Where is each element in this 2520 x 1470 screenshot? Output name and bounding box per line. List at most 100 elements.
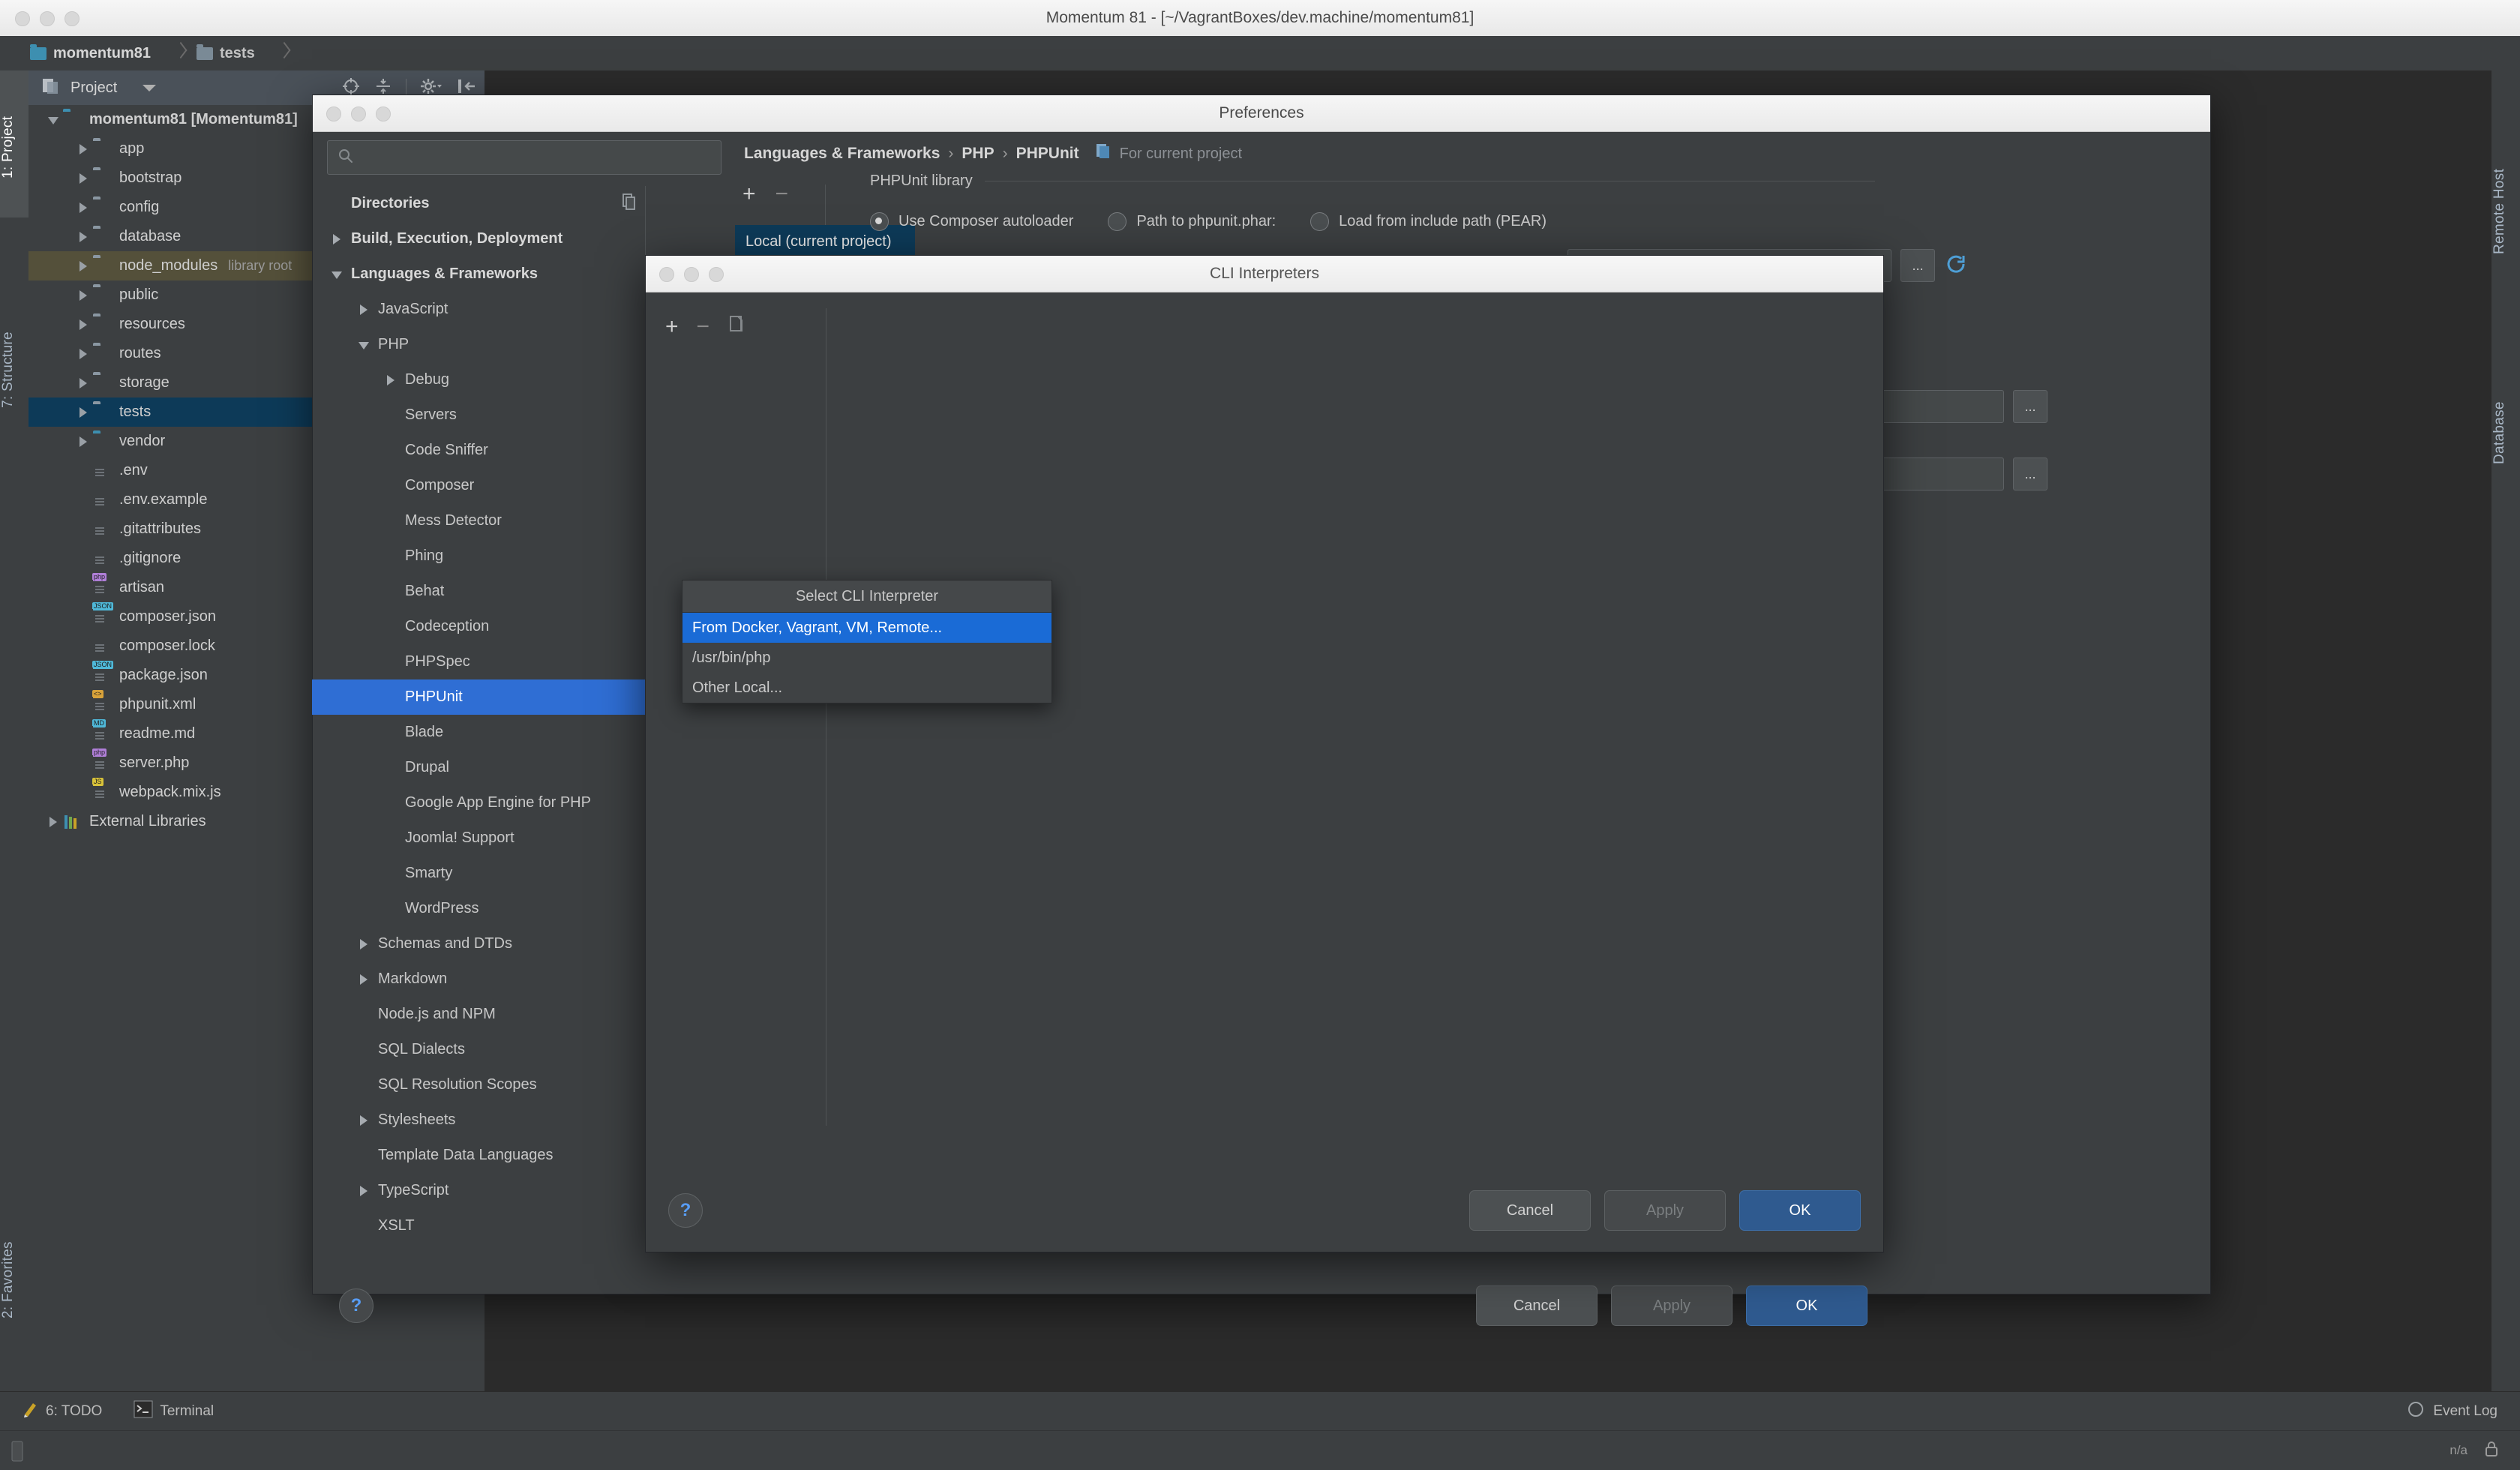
file-type-badge: <> (92, 689, 104, 698)
tree-expand-arrow-icon[interactable] (75, 228, 93, 246)
settings-tree-row[interactable]: Stylesheets (312, 1102, 645, 1138)
tree-expand-arrow-icon[interactable] (352, 301, 378, 319)
copy-settings-icon[interactable] (621, 193, 638, 215)
breadcrumb-item-tests[interactable]: tests (196, 36, 255, 70)
menu-item-other-local[interactable]: Other Local... (682, 673, 1052, 703)
copy-icon[interactable] (728, 314, 747, 339)
apply-button[interactable]: Apply (1604, 1190, 1726, 1231)
sidebar-item-favorites[interactable]: 2: Favorites (0, 1180, 28, 1380)
settings-category-tree[interactable]: Directories Build, Execution, Deployment L… (312, 186, 645, 1236)
refresh-icon[interactable] (1944, 252, 1968, 280)
breadcrumb-item-project[interactable]: momentum81 (30, 36, 151, 70)
bottom-tab-todo[interactable]: 6: TODO (21, 1400, 102, 1424)
folder-icon-grey (196, 44, 213, 60)
browse-button[interactable]: ... (2013, 458, 2048, 490)
menu-item-usr-bin-php[interactable]: /usr/bin/php (682, 643, 1052, 673)
add-icon[interactable]: + (665, 315, 679, 338)
settings-tree-row[interactable]: Behat (312, 574, 645, 609)
settings-tree-row[interactable]: SQL Resolution Scopes (312, 1067, 645, 1102)
settings-tree-row[interactable]: WordPress (312, 891, 645, 926)
settings-tree-row[interactable]: Code Sniffer (312, 433, 645, 468)
radio-path-to-phar[interactable] (1108, 212, 1127, 231)
memory-indicator-icon[interactable] (10, 1440, 26, 1466)
tree-expand-arrow-icon[interactable] (326, 230, 351, 248)
tree-expand-arrow-icon[interactable] (75, 374, 93, 392)
cancel-button[interactable]: Cancel (1469, 1190, 1591, 1231)
settings-tree-row[interactable]: PHPSpec (312, 644, 645, 680)
ok-button[interactable]: OK (1746, 1286, 1868, 1326)
tree-expand-arrow-icon[interactable] (352, 970, 378, 988)
settings-tree-row[interactable]: Phing (312, 538, 645, 574)
tree-expand-arrow-icon[interactable] (75, 316, 93, 334)
settings-tree-row[interactable]: XSLT (312, 1208, 645, 1236)
lock-icon[interactable] (2484, 1440, 2499, 1462)
settings-tree-row[interactable]: Smarty (312, 856, 645, 891)
settings-tree-row[interactable]: Drupal (312, 750, 645, 785)
folder-icon (93, 258, 112, 274)
tree-expand-arrow-icon[interactable] (75, 345, 93, 363)
sidebar-item-database[interactable]: Database (2492, 340, 2520, 525)
tree-expand-arrow-icon[interactable] (75, 404, 93, 422)
settings-tree-row[interactable]: SQL Dialects (312, 1032, 645, 1067)
settings-tree-row[interactable]: Composer (312, 468, 645, 503)
settings-tree-row[interactable]: Directories (312, 186, 645, 221)
settings-search-field[interactable] (361, 148, 721, 166)
sidebar-item-remote-host[interactable]: Remote Host (2492, 100, 2520, 322)
tree-expand-arrow-icon[interactable] (326, 266, 351, 284)
tree-expand-arrow-icon[interactable] (75, 140, 93, 158)
tree-expand-arrow-icon[interactable] (352, 1182, 378, 1200)
settings-tree-row[interactable]: Mess Detector (312, 503, 645, 538)
radio-load-from-include-path[interactable] (1310, 212, 1330, 231)
bottom-tab-terminal[interactable]: Terminal (134, 1400, 214, 1423)
tree-expand-arrow-icon[interactable] (75, 170, 93, 188)
remove-icon[interactable]: − (697, 315, 710, 338)
left-tool-strip: 1: Project 7: Structure 2: Favorites npm (0, 70, 29, 1444)
add-icon[interactable]: + (742, 183, 756, 206)
settings-tree-row[interactable]: JavaScript (312, 292, 645, 327)
tree-expand-arrow-icon[interactable] (45, 813, 63, 831)
settings-tree-row[interactable]: PHP (312, 327, 645, 362)
file-type-badge: JS (92, 777, 104, 786)
tree-row-label: config (119, 199, 160, 215)
status-encoding[interactable]: n/a (2450, 1443, 2468, 1458)
apply-button[interactable]: Apply (1611, 1286, 1732, 1326)
cancel-button[interactable]: Cancel (1476, 1286, 1598, 1326)
tree-expand-arrow-icon[interactable] (75, 257, 93, 275)
ok-button[interactable]: OK (1739, 1190, 1861, 1231)
preferences-help-button[interactable]: ? (339, 1288, 374, 1323)
tree-expand-arrow-icon[interactable] (352, 336, 378, 354)
settings-tree-row[interactable]: Codeception (312, 609, 645, 644)
settings-tree-row[interactable]: Schemas and DTDs (312, 926, 645, 962)
chevron-down-icon[interactable] (142, 84, 157, 92)
cli-help-button[interactable]: ? (668, 1193, 703, 1228)
settings-tree-row[interactable]: Google App Engine for PHP (312, 785, 645, 820)
settings-tree-row[interactable]: TypeScript (312, 1173, 645, 1208)
tree-expand-arrow-icon[interactable] (75, 433, 93, 451)
sidebar-item-structure[interactable]: 7: Structure (0, 270, 28, 470)
tree-expand-arrow-icon[interactable] (45, 111, 63, 129)
menu-item-from-docker-vagrant[interactable]: From Docker, Vagrant, VM, Remote... (682, 613, 1052, 643)
settings-search-input[interactable] (327, 140, 722, 175)
browse-button[interactable]: ... (1900, 249, 1935, 282)
settings-tree-row[interactable]: Build, Execution, Deployment (312, 221, 645, 256)
settings-tree-row[interactable]: Node.js and NPM (312, 997, 645, 1032)
settings-tree-row[interactable]: Servers (312, 398, 645, 433)
settings-tree-row[interactable]: Template Data Languages (312, 1138, 645, 1173)
settings-tree-row[interactable]: Debug (312, 362, 645, 398)
radio-use-composer-autoloader[interactable] (870, 212, 889, 231)
tree-expand-arrow-icon[interactable] (380, 371, 405, 389)
bottom-tab-label: 6: TODO (46, 1403, 103, 1419)
tree-expand-arrow-icon[interactable] (352, 1112, 378, 1130)
remove-icon[interactable]: − (776, 183, 789, 206)
event-log-button[interactable]: Event Log (2406, 1400, 2498, 1424)
settings-tree-row[interactable]: Joomla! Support (312, 820, 645, 856)
sidebar-item-project[interactable]: 1: Project (0, 70, 28, 224)
settings-tree-row[interactable]: Markdown (312, 962, 645, 997)
tree-expand-arrow-icon[interactable] (352, 935, 378, 953)
tree-expand-arrow-icon[interactable] (75, 286, 93, 304)
tree-expand-arrow-icon[interactable] (75, 199, 93, 217)
settings-tree-row[interactable]: Blade (312, 715, 645, 750)
settings-tree-row[interactable]: PHPUnit (312, 680, 645, 715)
browse-button[interactable]: ... (2013, 390, 2048, 423)
settings-tree-row[interactable]: Languages & Frameworks (312, 256, 645, 292)
